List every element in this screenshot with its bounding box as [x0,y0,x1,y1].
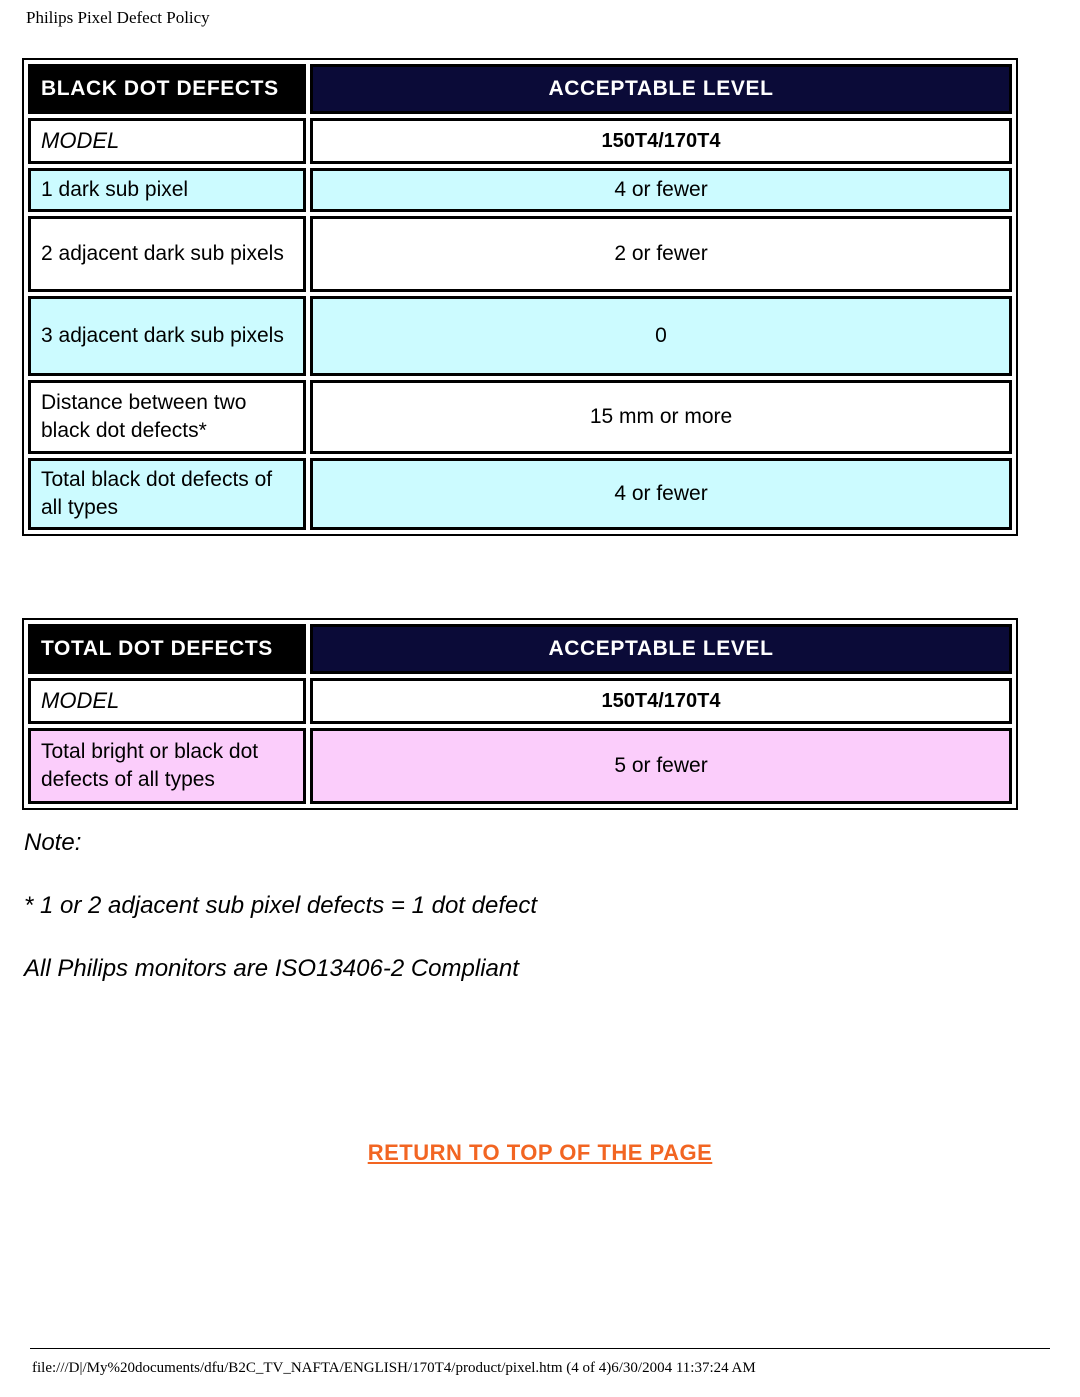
table-row: 1 dark sub pixel 4 or fewer [28,168,1012,212]
defect-label: 1 dark sub pixel [28,168,306,212]
total-dot-defects-table: TOTAL DOT DEFECTS ACCEPTABLE LEVEL MODEL… [22,618,1018,810]
model-row: MODEL 150T4/170T4 [28,118,1012,164]
black-dot-defects-header: BLACK DOT DEFECTS [28,64,306,114]
note-line-2: All Philips monitors are ISO13406-2 Comp… [24,955,519,982]
defect-value: 15 mm or more [310,380,1012,454]
footer-divider [30,1348,1050,1349]
acceptable-level-header: ACCEPTABLE LEVEL [310,624,1012,674]
page-title: Philips Pixel Defect Policy [26,8,210,27]
defect-label: Total black dot defects of all types [28,458,306,530]
defect-value: 2 or fewer [310,216,1012,292]
defect-label: 3 adjacent dark sub pixels [28,296,306,376]
defect-label: Distance between two black dot defects* [28,380,306,454]
footer-file-path: file:///D|/My%20documents/dfu/B2C_TV_NAF… [32,1360,756,1376]
table-row: Distance between two black dot defects* … [28,380,1012,454]
table-row: Total black dot defects of all types 4 o… [28,458,1012,530]
defect-value: 4 or fewer [310,168,1012,212]
acceptable-level-header: ACCEPTABLE LEVEL [310,64,1012,114]
model-value: 150T4/170T4 [310,678,1012,724]
return-to-top-link[interactable]: RETURN TO TOP OF THE PAGE [0,1140,1080,1166]
total-dot-defects-header: TOTAL DOT DEFECTS [28,624,306,674]
table-row: 2 adjacent dark sub pixels 2 or fewer [28,216,1012,292]
defect-label: 2 adjacent dark sub pixels [28,216,306,292]
table-row: Total bright or black dot defects of all… [28,728,1012,804]
black-dot-defects-table: BLACK DOT DEFECTS ACCEPTABLE LEVEL MODEL… [22,58,1018,536]
model-label: MODEL [28,118,306,164]
note-block: Note: * 1 or 2 adjacent sub pixel defect… [24,828,1024,1017]
model-value: 150T4/170T4 [310,118,1012,164]
table-row: 3 adjacent dark sub pixels 0 [28,296,1012,376]
table-header-row: TOTAL DOT DEFECTS ACCEPTABLE LEVEL [28,624,1012,674]
model-label: MODEL [28,678,306,724]
table-header-row: BLACK DOT DEFECTS ACCEPTABLE LEVEL [28,64,1012,114]
defect-label: Total bright or black dot defects of all… [28,728,306,804]
defect-value: 5 or fewer [310,728,1012,804]
model-row: MODEL 150T4/170T4 [28,678,1012,724]
defect-value: 0 [310,296,1012,376]
note-line-1: * 1 or 2 adjacent sub pixel defects = 1 … [24,892,537,919]
defect-value: 4 or fewer [310,458,1012,530]
note-heading: Note: [24,829,82,856]
